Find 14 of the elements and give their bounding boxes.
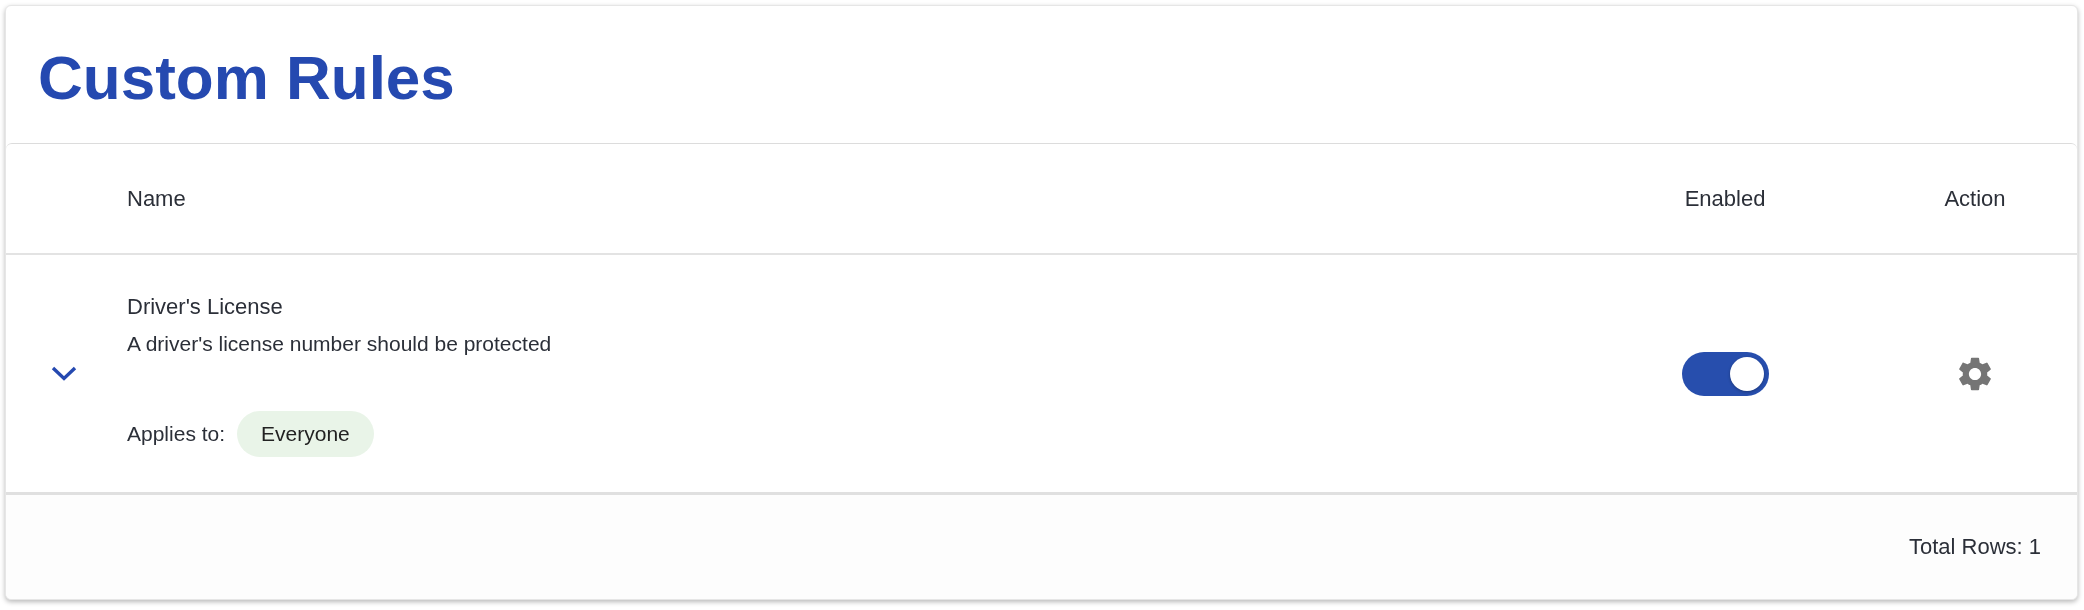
audience-tag: Everyone [237, 411, 374, 457]
applies-to-label: Applies to: [127, 421, 226, 447]
expand-toggle[interactable] [51, 366, 77, 381]
column-header: Action [1944, 184, 2006, 213]
settings-icon [1959, 356, 1991, 391]
column-header: Enabled [1684, 184, 1766, 213]
enabled-switch[interactable] [1681, 351, 1769, 396]
settings-button[interactable] [1959, 356, 1991, 391]
column-header: Name [127, 185, 186, 211]
page-title: Custom Rules [38, 41, 455, 114]
chevron-down-icon [51, 366, 77, 381]
total-rows-label: Total Rows: 1 [1908, 533, 2041, 561]
rule-description: A driver's license number should be protected [127, 331, 553, 357]
rule-name: Driver's License [127, 293, 284, 321]
